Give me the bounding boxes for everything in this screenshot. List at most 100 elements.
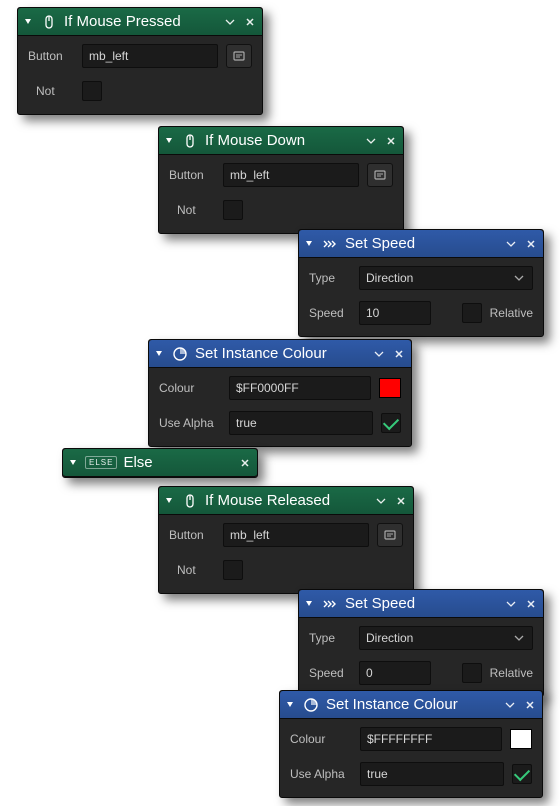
close-icon[interactable] — [524, 237, 538, 251]
speed-icon — [321, 595, 339, 613]
relative-label: Relative — [490, 306, 533, 320]
use-alpha-checkbox[interactable] — [381, 413, 401, 433]
close-icon[interactable] — [238, 456, 252, 470]
collapse-icon[interactable] — [286, 701, 296, 709]
close-icon[interactable] — [243, 15, 257, 29]
relative-checkbox[interactable] — [462, 663, 482, 683]
chevron-down-icon — [512, 273, 526, 283]
node-body: Button mb_left Not — [18, 36, 262, 114]
dnd-canvas: If Mouse Pressed Button mb_left Not If M… — [0, 0, 560, 806]
node-titlebar[interactable]: Set Speed — [299, 230, 543, 258]
node-body: Colour $FF0000FF Use Alpha true — [149, 368, 411, 446]
colour-swatch[interactable] — [510, 729, 532, 749]
collapse-icon[interactable] — [165, 137, 175, 145]
else-icon: ELSE — [85, 456, 117, 469]
relative-checkbox[interactable] — [462, 303, 482, 323]
node-if-mouse-down[interactable]: If Mouse Down Button mb_left Not — [158, 126, 404, 234]
mouse-icon — [181, 492, 199, 510]
use-alpha-field[interactable]: true — [229, 411, 373, 435]
chevron-down-icon — [512, 633, 526, 643]
node-titlebar[interactable]: Set Instance Colour — [280, 691, 542, 719]
node-title: Set Instance Colour — [326, 696, 497, 713]
speed-icon — [321, 235, 339, 253]
relative-label: Relative — [490, 666, 533, 680]
node-title: If Mouse Released — [205, 492, 368, 509]
not-checkbox[interactable] — [82, 81, 102, 101]
chevron-down-icon[interactable] — [372, 347, 386, 361]
colour-field[interactable]: $FFFFFFFF — [360, 727, 502, 751]
button-field[interactable]: mb_left — [82, 44, 218, 68]
not-checkbox[interactable] — [223, 200, 243, 220]
node-title: Else — [123, 454, 232, 471]
button-field[interactable]: mb_left — [223, 163, 359, 187]
button-label: Button — [169, 528, 215, 542]
speed-label: Speed — [309, 306, 351, 320]
node-titlebar[interactable]: Set Instance Colour — [149, 340, 411, 368]
chevron-down-icon[interactable] — [504, 237, 518, 251]
node-title: Set Speed — [345, 595, 498, 612]
node-set-speed[interactable]: Set Speed Type Direction Speed 10 Relati… — [298, 229, 544, 337]
node-else[interactable]: ELSE Else — [62, 448, 258, 478]
button-field[interactable]: mb_left — [223, 523, 369, 547]
chevron-down-icon[interactable] — [223, 15, 237, 29]
colour-field[interactable]: $FF0000FF — [229, 376, 371, 400]
node-title: Set Instance Colour — [195, 345, 366, 362]
expression-button[interactable] — [367, 163, 393, 187]
node-if-mouse-released[interactable]: If Mouse Released Button mb_left Not — [158, 486, 414, 594]
type-select[interactable]: Direction — [359, 626, 533, 650]
node-title: If Mouse Pressed — [64, 13, 217, 30]
node-body: Button mb_left Not — [159, 515, 413, 593]
colour-icon — [302, 696, 320, 714]
collapse-icon[interactable] — [155, 350, 165, 358]
close-icon[interactable] — [384, 134, 398, 148]
node-if-mouse-pressed[interactable]: If Mouse Pressed Button mb_left Not — [17, 7, 263, 115]
type-select[interactable]: Direction — [359, 266, 533, 290]
chevron-down-icon[interactable] — [504, 597, 518, 611]
node-body: Type Direction Speed 0 Relative — [299, 618, 543, 696]
not-label: Not — [28, 84, 74, 98]
speed-field[interactable]: 0 — [359, 661, 431, 685]
chevron-down-icon[interactable] — [503, 698, 517, 712]
node-body: Type Direction Speed 10 Relative — [299, 258, 543, 336]
not-label: Not — [169, 563, 215, 577]
speed-field[interactable]: 10 — [359, 301, 431, 325]
node-set-instance-colour[interactable]: Set Instance Colour Colour $FFFFFFFF Use… — [279, 690, 543, 798]
mouse-icon — [40, 13, 58, 31]
node-set-instance-colour[interactable]: Set Instance Colour Colour $FF0000FF Use… — [148, 339, 412, 447]
node-set-speed[interactable]: Set Speed Type Direction Speed 0 Relativ… — [298, 589, 544, 697]
use-alpha-label: Use Alpha — [290, 767, 352, 781]
button-label: Button — [169, 168, 215, 182]
collapse-icon[interactable] — [24, 18, 34, 26]
close-icon[interactable] — [394, 494, 408, 508]
collapse-icon[interactable] — [69, 459, 79, 467]
use-alpha-field[interactable]: true — [360, 762, 504, 786]
collapse-icon[interactable] — [305, 600, 315, 608]
node-titlebar[interactable]: If Mouse Released — [159, 487, 413, 515]
expression-button[interactable] — [226, 44, 252, 68]
node-body: Colour $FFFFFFFF Use Alpha true — [280, 719, 542, 797]
close-icon[interactable] — [524, 597, 538, 611]
close-icon[interactable] — [523, 698, 537, 712]
node-title: Set Speed — [345, 235, 498, 252]
colour-swatch[interactable] — [379, 378, 401, 398]
chevron-down-icon[interactable] — [364, 134, 378, 148]
use-alpha-label: Use Alpha — [159, 416, 221, 430]
collapse-icon[interactable] — [305, 240, 315, 248]
close-icon[interactable] — [392, 347, 406, 361]
collapse-icon[interactable] — [165, 497, 175, 505]
node-titlebar[interactable]: ELSE Else — [63, 449, 257, 477]
type-label: Type — [309, 271, 351, 285]
node-titlebar[interactable]: Set Speed — [299, 590, 543, 618]
expression-button[interactable] — [377, 523, 403, 547]
use-alpha-checkbox[interactable] — [512, 764, 532, 784]
type-label: Type — [309, 631, 351, 645]
node-titlebar[interactable]: If Mouse Down — [159, 127, 403, 155]
node-titlebar[interactable]: If Mouse Pressed — [18, 8, 262, 36]
node-body: Button mb_left Not — [159, 155, 403, 233]
colour-icon — [171, 345, 189, 363]
not-label: Not — [169, 203, 215, 217]
not-checkbox[interactable] — [223, 560, 243, 580]
chevron-down-icon[interactable] — [374, 494, 388, 508]
mouse-icon — [181, 132, 199, 150]
node-title: If Mouse Down — [205, 132, 358, 149]
